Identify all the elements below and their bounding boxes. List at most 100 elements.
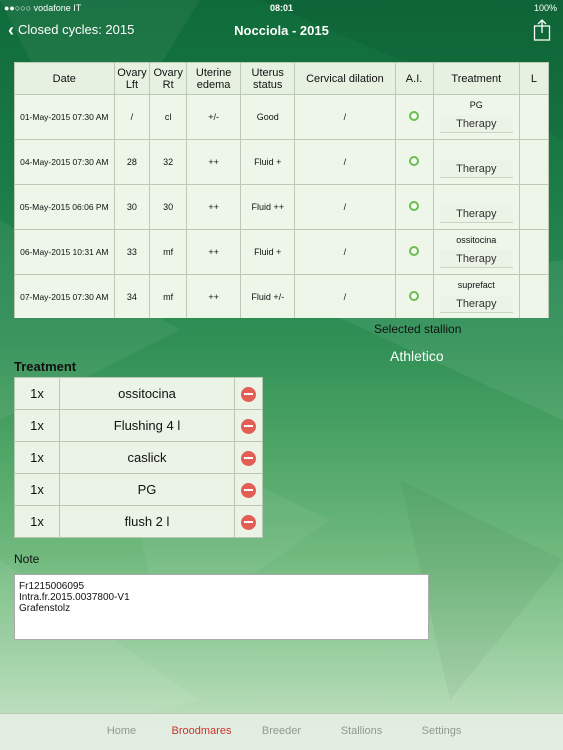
- treatment-qty: 1x: [14, 377, 60, 410]
- cell-ai[interactable]: [394, 184, 434, 230]
- tab-broodmares[interactable]: Broodmares: [162, 714, 242, 750]
- clock-label: 08:01: [269, 3, 294, 13]
- list-item[interactable]: 1x caslick: [14, 441, 263, 474]
- cell-uterine-edema: ++: [186, 229, 242, 275]
- tab-settings[interactable]: Settings: [402, 714, 482, 750]
- remove-treatment-button[interactable]: [234, 377, 263, 410]
- therapy-button[interactable]: Therapy: [439, 160, 513, 178]
- tab-breeder[interactable]: Breeder: [242, 714, 322, 750]
- treatment-qty: 1x: [14, 505, 60, 538]
- col-header-cervical-dilation: Cervical dilation: [294, 62, 396, 95]
- treatment-name: PG: [469, 100, 483, 110]
- minus-circle-icon: [241, 418, 256, 434]
- list-item[interactable]: 1x ossitocina: [14, 377, 263, 410]
- treatment-name: Flushing 4 l: [59, 409, 235, 442]
- cell-partial: [518, 274, 549, 318]
- minus-circle-icon: [241, 386, 256, 402]
- treatment-name: flush 2 l: [59, 505, 235, 538]
- col-header-treatment: Treatment: [432, 62, 520, 95]
- treatment-name: ossitocina: [59, 377, 235, 410]
- cycle-table-container[interactable]: Date Ovary Lft Ovary Rt Uterine edema Ut…: [14, 62, 549, 318]
- cell-uterine-edema: ++: [186, 274, 242, 318]
- share-icon[interactable]: [533, 19, 551, 41]
- cell-date: 01-May-2015 07:30 AM: [14, 94, 115, 140]
- cell-partial: [518, 139, 549, 185]
- remove-treatment-button[interactable]: [234, 505, 263, 538]
- treatment-qty: 1x: [14, 473, 60, 506]
- status-bar: ●●○○○ vodafone IT 08:01 100%: [0, 0, 563, 16]
- cell-uterine-edema: ++: [186, 139, 242, 185]
- cell-partial: [518, 94, 549, 140]
- circle-icon: [409, 156, 420, 166]
- battery-label: 100%: [533, 3, 557, 13]
- table-header-row: Date Ovary Lft Ovary Rt Uterine edema Ut…: [14, 62, 549, 95]
- cell-ovary-lft: 34: [113, 274, 151, 318]
- cell-treatment: Therapy: [432, 184, 520, 230]
- remove-treatment-button[interactable]: [234, 409, 263, 442]
- remove-treatment-button[interactable]: [234, 441, 263, 474]
- therapy-button[interactable]: Therapy: [439, 250, 513, 268]
- cell-uterine-edema: ++: [186, 184, 242, 230]
- cell-treatment: Therapy: [432, 139, 520, 185]
- table-row[interactable]: 04-May-2015 07:30 AM 28 32 ++ Fluid + / …: [14, 139, 549, 185]
- cell-ovary-lft: /: [113, 94, 151, 140]
- cell-cervical-dilation: /: [294, 94, 396, 140]
- col-header-uterus-status: Uterus status: [240, 62, 296, 95]
- cell-cervical-dilation: /: [294, 184, 396, 230]
- cell-ovary-rt: 32: [149, 139, 188, 185]
- cell-ai[interactable]: [394, 229, 434, 275]
- table-row[interactable]: 05-May-2015 06:06 PM 30 30 ++ Fluid ++ /…: [14, 184, 549, 230]
- back-button[interactable]: ‹ Closed cycles: 2015: [8, 21, 134, 39]
- table-row[interactable]: 07-May-2015 07:30 AM 34 mf ++ Fluid +/- …: [14, 274, 549, 318]
- minus-circle-icon: [241, 450, 256, 466]
- therapy-button[interactable]: Therapy: [439, 205, 513, 223]
- cell-ovary-rt: mf: [149, 229, 188, 275]
- circle-icon: [409, 291, 420, 301]
- cell-uterine-edema: +/-: [186, 94, 242, 140]
- selected-stallion-label: Selected stallion: [374, 322, 462, 336]
- col-header-ovary-lft: Ovary Lft: [113, 62, 151, 95]
- list-item[interactable]: 1x flush 2 l: [14, 505, 263, 538]
- col-header-ai: A.I.: [394, 62, 434, 95]
- list-item[interactable]: 1x PG: [14, 473, 263, 506]
- therapy-button[interactable]: Therapy: [439, 115, 513, 133]
- selected-stallion-value[interactable]: Athletico: [390, 348, 444, 364]
- cell-ovary-lft: 28: [113, 139, 151, 185]
- col-header-uterine-edema: Uterine edema: [186, 62, 242, 95]
- col-header-ovary-rt: Ovary Rt: [149, 62, 188, 95]
- minus-circle-icon: [241, 514, 256, 530]
- cell-partial: [518, 229, 549, 275]
- note-label: Note: [14, 552, 40, 566]
- cell-ai[interactable]: [394, 139, 434, 185]
- cell-date: 05-May-2015 06:06 PM: [14, 184, 115, 230]
- table-row[interactable]: 06-May-2015 10:31 AM 33 mf ++ Fluid + / …: [14, 229, 549, 275]
- col-header-date: Date: [14, 62, 115, 95]
- cell-ovary-rt: cl: [149, 94, 188, 140]
- tab-stallions[interactable]: Stallions: [322, 714, 402, 750]
- cell-date: 04-May-2015 07:30 AM: [14, 139, 115, 185]
- cell-uterus-status: Fluid +: [240, 139, 296, 185]
- treatment-list: 1x ossitocina 1x Flushing 4 l 1x caslick…: [14, 377, 263, 538]
- cell-cervical-dilation: /: [294, 274, 396, 318]
- col-header-partial: L: [518, 62, 549, 95]
- cell-treatment: suprefact Therapy: [432, 274, 520, 318]
- cell-ovary-lft: 30: [113, 184, 151, 230]
- cell-treatment: ossitocina Therapy: [432, 229, 520, 275]
- table-row[interactable]: 01-May-2015 07:30 AM / cl +/- Good / PG T…: [14, 94, 549, 140]
- circle-icon: [409, 201, 420, 211]
- treatment-name: PG: [59, 473, 235, 506]
- therapy-button[interactable]: Therapy: [439, 295, 513, 313]
- list-item[interactable]: 1x Flushing 4 l: [14, 409, 263, 442]
- tab-home[interactable]: Home: [82, 714, 162, 750]
- remove-treatment-button[interactable]: [234, 473, 263, 506]
- treatment-name: caslick: [59, 441, 235, 474]
- cell-ovary-rt: 30: [149, 184, 188, 230]
- treatment-qty: 1x: [14, 409, 60, 442]
- cell-ai[interactable]: [394, 94, 434, 140]
- cell-ai[interactable]: [394, 274, 434, 318]
- note-textarea[interactable]: Fr1215006095 Intra.fr.2015.0037800-V1 Gr…: [14, 574, 429, 640]
- treatment-section-title: Treatment: [14, 359, 77, 374]
- tab-bar: Home Broodmares Breeder Stallions Settin…: [0, 713, 563, 750]
- treatment-name: ossitocina: [456, 235, 497, 245]
- cell-uterus-status: Fluid ++: [240, 184, 296, 230]
